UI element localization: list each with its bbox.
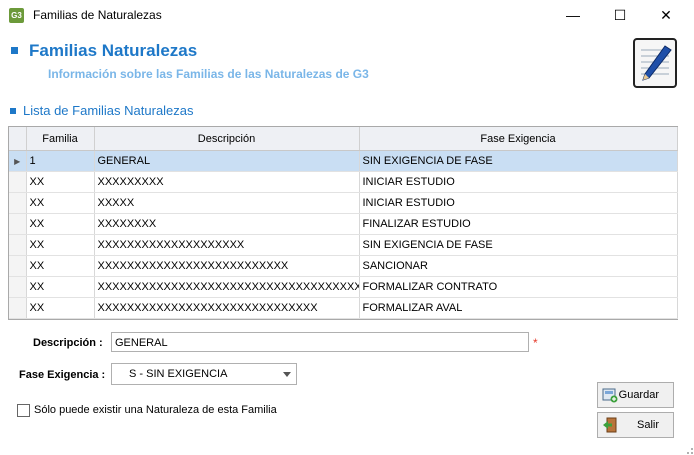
guardar-button[interactable]: Guardar [597,382,674,408]
app-logo-icon: G3 [9,8,24,23]
cell-descripcion: XXXXXXXXXXXXXXXXXXXXXXXXXXXXXXXXXXXXXX [94,276,360,298]
close-button[interactable]: ✕ [643,0,689,31]
section-title: Lista de Familias Naturalezas [23,103,194,118]
title-bar: G3 Familias de Naturalezas — ☐ ✕ [0,0,694,31]
cell-descripcion: XXXXXXXX [94,213,360,235]
cell-fase: INICIAR ESTUDIO [359,171,678,193]
cell-familia: XX [26,192,95,214]
cell-fase: FINALIZAR ESTUDIO [359,213,678,235]
unique-family-checkbox-label[interactable]: Sólo puede existir una Naturaleza de est… [34,404,277,416]
descripcion-label: Descripción : [33,337,103,349]
cell-familia: XX [26,171,95,193]
page-subtitle: Información sobre las Familias de las Na… [48,67,369,81]
resize-grip-icon[interactable] [682,443,694,455]
fase-exigencia-label: Fase Exigencia : [19,369,106,381]
table-row[interactable]: XX XXXXXXXXXXXXXXXXXXXX SIN EXIGENCIA DE… [9,234,678,256]
guardar-label: Guardar [618,389,659,401]
table-row[interactable]: XX XXXXXXXXX INICIAR ESTUDIO [9,171,678,193]
families-grid[interactable]: Familia Descripción Fase Exigencia ▶ 1 G… [8,126,678,320]
window-title: Familias de Naturalezas [33,8,162,22]
maximize-button[interactable]: ☐ [597,0,643,31]
cell-fase: INICIAR ESTUDIO [359,192,678,214]
table-row[interactable]: XX XXXXXXXXXXXXXXXXXXXXXXXXXXXXXX FORMAL… [9,297,678,319]
fase-exigencia-select[interactable]: S - SIN EXIGENCIA [111,363,297,385]
descripcion-input[interactable]: GENERAL [111,332,529,352]
minimize-button[interactable]: — [550,0,596,31]
cell-familia: 1 [26,150,95,172]
required-marker: * [533,336,538,350]
row-indicator [9,171,27,193]
table-row[interactable]: XX XXXXXXXXXXXXXXXXXXXXXXXXXXXXXXXXXXXXX… [9,276,678,298]
header-bullet-icon [11,47,18,54]
row-indicator [9,213,27,235]
cell-familia: XX [26,276,95,298]
table-row[interactable]: XX XXXXXXXX FINALIZAR ESTUDIO [9,213,678,235]
cell-fase: SIN EXIGENCIA DE FASE [359,234,678,256]
row-indicator [9,297,27,319]
cell-fase: SIN EXIGENCIA DE FASE [359,150,678,172]
cell-familia: XX [26,255,95,277]
cell-descripcion: XXXXXXXXXXXXXXXXXXXXXXXXXXXXXX [94,297,360,319]
row-indicator [9,234,27,256]
salir-label: Salir [636,419,659,431]
cell-descripcion: GENERAL [94,150,360,172]
section-bullet-icon [10,108,16,114]
notepad-pen-icon [633,38,677,88]
exit-door-icon [602,417,618,433]
cell-fase: FORMALIZAR AVAL [359,297,678,319]
cell-descripcion: XXXXXXXXXXXXXXXXXXXXXXXXXX [94,255,360,277]
table-row[interactable]: ▶ 1 GENERAL SIN EXIGENCIA DE FASE [9,150,678,172]
column-header-descripcion[interactable]: Descripción [94,127,360,151]
grid-corner [9,127,27,151]
cell-familia: XX [26,213,95,235]
salir-button[interactable]: Salir [597,412,674,438]
cell-fase: SANCIONAR [359,255,678,277]
save-icon [602,387,618,403]
fase-exigencia-value: S - SIN EXIGENCIA [129,368,228,380]
row-indicator [9,192,27,214]
table-row[interactable]: XX XXXXXXXXXXXXXXXXXXXXXXXXXX SANCIONAR [9,255,678,277]
cell-descripcion: XXXXX [94,192,360,214]
table-row[interactable]: XX XXXXX INICIAR ESTUDIO [9,192,678,214]
cell-descripcion: XXXXXXXXXXXXXXXXXXXX [94,234,360,256]
column-header-familia[interactable]: Familia [26,127,95,151]
grid-header-row: Familia Descripción Fase Exigencia [9,127,678,151]
page-title: Familias Naturalezas [29,41,198,60]
row-indicator [9,255,27,277]
row-pointer-icon: ▶ [9,150,27,172]
cell-fase: FORMALIZAR CONTRATO [359,276,678,298]
cell-familia: XX [26,297,95,319]
cell-descripcion: XXXXXXXXX [94,171,360,193]
chevron-down-icon[interactable] [283,372,291,377]
cell-familia: XX [26,234,95,256]
column-header-fase[interactable]: Fase Exigencia [359,127,678,151]
unique-family-checkbox[interactable] [17,404,30,417]
row-indicator [9,276,27,298]
